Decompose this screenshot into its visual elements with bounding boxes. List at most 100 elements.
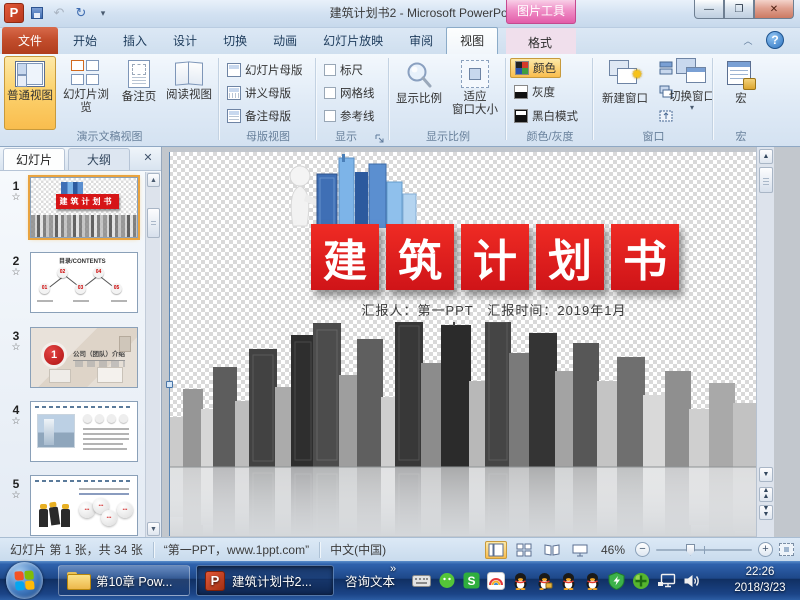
next-slide-button[interactable]: ▼▼: [759, 505, 773, 520]
zoom-out-button[interactable]: −: [635, 542, 650, 557]
powerpoint-icon: P: [205, 571, 225, 591]
zoom-percentage[interactable]: 46%: [597, 543, 629, 557]
minimize-button[interactable]: —: [694, 0, 724, 19]
view-slideshow-button[interactable]: [569, 541, 591, 559]
volume-icon[interactable]: [683, 573, 700, 589]
panel-scroll-up-button[interactable]: ▲: [147, 173, 160, 187]
qq-icon-3[interactable]: [560, 572, 577, 590]
grayscale-button[interactable]: 灰度: [510, 82, 559, 102]
scroll-thumb[interactable]: [759, 167, 773, 193]
previous-slide-button[interactable]: ▲▲: [759, 487, 773, 502]
view-reading-button[interactable]: [541, 541, 563, 559]
tab-slideshow[interactable]: 幻灯片放映: [310, 28, 396, 54]
slide-thumbnail-2[interactable]: 2 ☆ 目录/CONTENTS 01 02 03 04 05: [2, 252, 144, 322]
slide-thumbnail-5[interactable]: 5 ☆ *** *** *** ***: [2, 475, 144, 545]
taskbar-window-powerpoint[interactable]: P 建筑计划书2...: [196, 565, 334, 596]
tab-format[interactable]: 格式: [514, 30, 566, 56]
tab-file[interactable]: 文件: [2, 27, 58, 54]
taskbar-toolbar-label[interactable]: 咨询文本: [345, 571, 395, 590]
handout-master-button[interactable]: 讲义母版: [223, 83, 295, 103]
fit-to-window-button[interactable]: 适应 窗口大小: [447, 56, 503, 130]
black-white-button[interactable]: 黑白模式: [510, 106, 582, 126]
input-method-keyboard-icon[interactable]: [412, 574, 431, 588]
title-char-block: 划: [536, 224, 604, 290]
windows-logo-icon: [14, 570, 34, 590]
scroll-up-button[interactable]: ▲: [759, 149, 773, 164]
tab-transitions[interactable]: 切换: [210, 28, 260, 54]
reading-view-button[interactable]: 阅读视图: [164, 56, 214, 130]
new-window-button[interactable]: ✹ 新建窗口: [597, 56, 653, 130]
tab-animations[interactable]: 动画: [260, 28, 310, 54]
fit-slide-to-window-button[interactable]: [779, 543, 794, 556]
security-shield-icon[interactable]: [608, 572, 625, 590]
safety-orb-icon[interactable]: [632, 572, 650, 590]
panel-scroll-thumb[interactable]: [147, 208, 160, 238]
language-indicator[interactable]: 中文(中国): [320, 541, 396, 558]
double-triangle-down-icon: ▼▼: [763, 505, 770, 518]
minimize-ribbon-button[interactable]: ︿: [740, 34, 756, 48]
close-button[interactable]: ✕: [754, 0, 794, 19]
powerpoint-app-icon[interactable]: P: [4, 3, 24, 23]
slide-thumbnail-3[interactable]: 3 ☆ 1 公司（团队）介绍: [2, 327, 144, 397]
show-dialog-launcher[interactable]: [375, 133, 385, 143]
redo-button[interactable]: ↻: [72, 4, 90, 22]
tab-design[interactable]: 设计: [160, 28, 210, 54]
tab-view[interactable]: 视图: [446, 27, 498, 54]
slide-picture[interactable]: 建 筑 计 划 书 汇报人：第一PPT 汇报时间：2019年1月: [169, 152, 763, 536]
qq-icon-2-briefcase[interactable]: [536, 572, 553, 590]
sogou-icon[interactable]: S: [463, 572, 480, 589]
slides-panel: 幻灯片 大纲 ✕ 1 ☆ 建筑计划书: [0, 147, 162, 537]
taskbar-clock[interactable]: 22:26 2018/3/23: [724, 564, 796, 596]
slide-sorter-icon: [516, 543, 532, 557]
gridlines-checkbox-box: [324, 87, 336, 99]
zoom-button[interactable]: 显示比例: [393, 56, 445, 130]
switch-windows-button[interactable]: 切换窗口 ▾: [673, 56, 711, 130]
tab-insert[interactable]: 插入: [110, 28, 160, 54]
slide-thumbnail-4[interactable]: 4 ☆: [2, 401, 144, 471]
zoom-in-button[interactable]: +: [758, 542, 773, 557]
network-icon[interactable]: [657, 573, 676, 589]
redo-icon: ↻: [76, 5, 87, 21]
slide-sorter-button[interactable]: 幻灯片浏览: [58, 56, 114, 130]
group-zoom: 显示比例 适应 窗口大小 显示比例: [391, 54, 505, 146]
ruler-checkbox[interactable]: 标尺: [320, 60, 367, 80]
zoom-slider[interactable]: [656, 549, 752, 551]
start-button[interactable]: [6, 562, 43, 599]
tab-review[interactable]: 审阅: [396, 28, 446, 54]
picture-resize-handle-left[interactable]: [166, 381, 173, 388]
undo-button[interactable]: ↶: [50, 4, 68, 22]
toolbar-chevron-icon[interactable]: »: [390, 563, 396, 575]
vertical-scrollbar[interactable]: ▲ ▼ ▲▲ ▼▼: [756, 147, 774, 537]
notes-page-button[interactable]: 备注页: [116, 56, 162, 130]
view-normal-button[interactable]: [485, 541, 507, 559]
tab-home[interactable]: 开始: [60, 28, 110, 54]
clock-date: 2018/3/23: [724, 580, 796, 596]
panel-scroll-down-button[interactable]: ▼: [147, 522, 160, 536]
normal-view-button[interactable]: 普通视图: [4, 56, 56, 130]
guides-checkbox[interactable]: 参考线: [320, 106, 379, 126]
notes-master-button[interactable]: 备注母版: [223, 106, 295, 126]
tab-outline[interactable]: 大纲: [68, 148, 130, 170]
qat-customize-button[interactable]: ▾: [94, 4, 112, 22]
view-slide-sorter-button[interactable]: [513, 541, 535, 559]
scroll-down-button[interactable]: ▼: [759, 467, 773, 482]
gridlines-checkbox[interactable]: 网格线: [320, 83, 379, 103]
triangle-up-icon: ▲: [150, 177, 157, 184]
tab-slides[interactable]: 幻灯片: [3, 148, 65, 170]
macros-button[interactable]: 宏: [719, 56, 763, 130]
taskbar-window-folder[interactable]: 第10章 Pow...: [58, 565, 190, 596]
help-button[interactable]: ?: [766, 31, 784, 49]
color-button[interactable]: 颜色: [510, 58, 561, 78]
title-char-block: 计: [461, 224, 529, 290]
slide-master-button[interactable]: 幻灯片母版: [223, 60, 307, 80]
restore-button[interactable]: ❐: [724, 0, 754, 19]
wechat-icon[interactable]: [438, 572, 456, 590]
panel-scrollbar[interactable]: ▲ ▼: [145, 172, 160, 537]
save-button[interactable]: [28, 4, 46, 22]
slide-thumbnail-1[interactable]: 1 ☆ 建筑计划书: [2, 177, 144, 247]
zoom-slider-thumb[interactable]: [686, 544, 695, 556]
qq-icon-4[interactable]: [584, 572, 601, 590]
rainbow-browser-icon[interactable]: [487, 572, 505, 590]
panel-close-button[interactable]: ✕: [140, 151, 156, 167]
qq-icon-1[interactable]: [512, 572, 529, 590]
